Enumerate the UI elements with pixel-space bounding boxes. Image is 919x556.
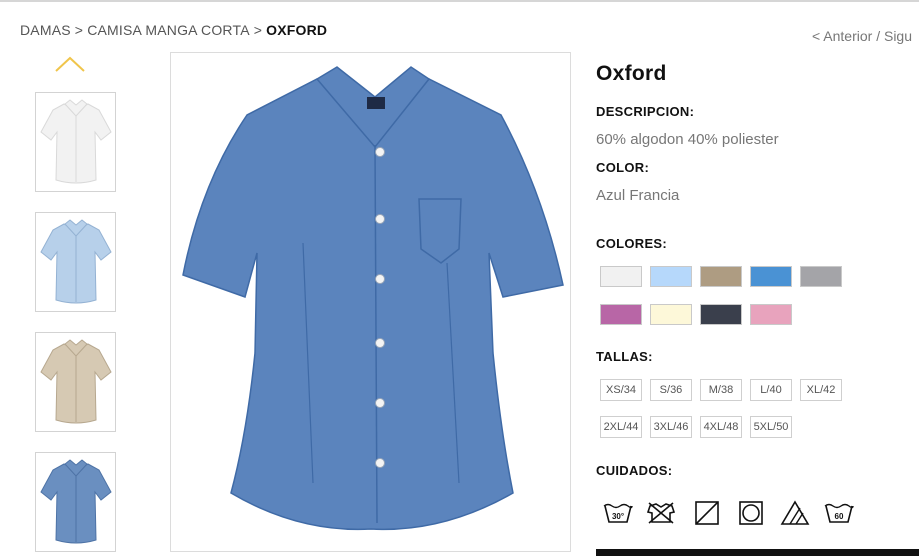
dry-flat-icon (695, 501, 719, 525)
color-swatch[interactable] (650, 304, 692, 325)
chevron-up-icon[interactable] (55, 56, 85, 72)
breadcrumb-separator: > (253, 22, 263, 38)
main-product-image[interactable] (170, 52, 571, 552)
breadcrumb-separator: > (74, 22, 84, 38)
shirt-thumbnail-icon (39, 99, 112, 184)
thumbnail-white[interactable] (35, 92, 116, 192)
svg-text:30°: 30° (612, 512, 624, 521)
color-swatch[interactable] (700, 266, 742, 287)
descripcion-value: 60% algodon 40% poliester (596, 131, 779, 148)
thumbnail-blue[interactable] (35, 452, 116, 552)
thumbnail-light-blue[interactable] (35, 212, 116, 312)
breadcrumb-item-camisa-manga-corta[interactable]: CAMISA MANGA CORTA (87, 22, 250, 38)
cuidados-label: CUIDADOS: (596, 463, 673, 478)
no-tumble-dry-icon (646, 502, 676, 524)
shirt-thumbnail-icon (39, 459, 112, 544)
descripcion-label: DESCRIPCION: (596, 104, 695, 119)
size-option[interactable]: 2XL/44 (600, 416, 642, 438)
top-divider (0, 0, 919, 2)
color-swatch[interactable] (600, 304, 642, 325)
thumbnail-beige[interactable] (35, 332, 116, 432)
color-swatch[interactable] (800, 266, 842, 287)
color-value: Azul Francia (596, 187, 680, 204)
shirt-thumbnail-icon (39, 219, 112, 304)
shirt-thumbnail-icon (39, 339, 112, 424)
breadcrumb-current: OXFORD (266, 22, 328, 38)
bottom-bar (596, 549, 919, 556)
color-swatch[interactable] (600, 266, 642, 287)
color-swatch[interactable] (750, 304, 792, 325)
color-swatch[interactable] (650, 266, 692, 287)
product-title: Oxford (596, 62, 667, 85)
color-swatch[interactable] (750, 266, 792, 287)
size-option[interactable]: 3XL/46 (650, 416, 692, 438)
breadcrumb: DAMAS > CAMISA MANGA CORTA > OXFORD (20, 22, 327, 38)
size-option[interactable]: M/38 (700, 379, 742, 401)
color-label: COLOR: (596, 160, 650, 175)
wash-30-icon: 30° (603, 503, 633, 523)
bleach-icon (780, 500, 810, 525)
size-option[interactable]: S/36 (650, 379, 692, 401)
wash-60-icon: 60 (824, 503, 854, 523)
tallas-label: TALLAS: (596, 349, 653, 364)
size-option[interactable]: 4XL/48 (700, 416, 742, 438)
tumble-dry-icon (739, 501, 763, 525)
colores-label: COLORES: (596, 236, 668, 251)
previous-next-link[interactable]: < Anterior / Sigu (812, 28, 912, 44)
svg-text:60: 60 (835, 512, 844, 521)
size-option[interactable]: XS/34 (600, 379, 642, 401)
color-swatch[interactable] (700, 304, 742, 325)
size-option[interactable]: 5XL/50 (750, 416, 792, 438)
breadcrumb-item-damas[interactable]: DAMAS (20, 22, 71, 38)
size-option[interactable]: L/40 (750, 379, 792, 401)
size-option[interactable]: XL/42 (800, 379, 842, 401)
shirt-image (182, 66, 564, 531)
